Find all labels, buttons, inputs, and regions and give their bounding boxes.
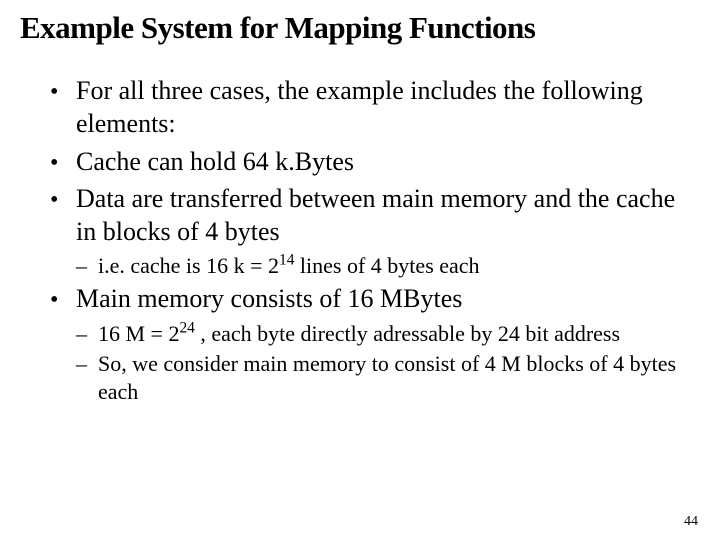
bullet-dash-icon: – bbox=[76, 350, 98, 378]
bullet-dash-icon: – bbox=[76, 320, 98, 348]
sub-bullet-text: i.e. cache is 16 k = 214 lines of 4 byte… bbox=[98, 252, 700, 280]
bullet-item: • For all three cases, the example inclu… bbox=[50, 74, 700, 141]
page-number: 44 bbox=[684, 514, 698, 530]
bullet-text: Cache can hold 64 k.Bytes bbox=[76, 145, 700, 178]
sub-bullet-item: – So, we consider main memory to consist… bbox=[76, 350, 700, 406]
sub-bullet-text: 16 M = 224 , each byte directly adressab… bbox=[98, 320, 700, 348]
bullet-item: • Main memory consists of 16 MBytes bbox=[50, 282, 700, 315]
bullet-item: • Cache can hold 64 k.Bytes bbox=[50, 145, 700, 178]
slide-title: Example System for Mapping Functions bbox=[20, 10, 700, 46]
sub-bullet-text: So, we consider main memory to consist o… bbox=[98, 350, 700, 406]
bullet-text: Data are transferred between main memory… bbox=[76, 182, 700, 249]
bullet-dot-icon: • bbox=[50, 282, 76, 315]
bullet-text: For all three cases, the example include… bbox=[76, 74, 700, 141]
bullet-dot-icon: • bbox=[50, 182, 76, 215]
slide-content: • For all three cases, the example inclu… bbox=[20, 74, 700, 406]
sub-bullet-item: – i.e. cache is 16 k = 214 lines of 4 by… bbox=[76, 252, 700, 280]
bullet-dot-icon: • bbox=[50, 145, 76, 178]
bullet-text: Main memory consists of 16 MBytes bbox=[76, 282, 700, 315]
bullet-dash-icon: – bbox=[76, 252, 98, 280]
bullet-dot-icon: • bbox=[50, 74, 76, 107]
bullet-item: • Data are transferred between main memo… bbox=[50, 182, 700, 249]
sub-bullet-item: – 16 M = 224 , each byte directly adress… bbox=[76, 320, 700, 348]
